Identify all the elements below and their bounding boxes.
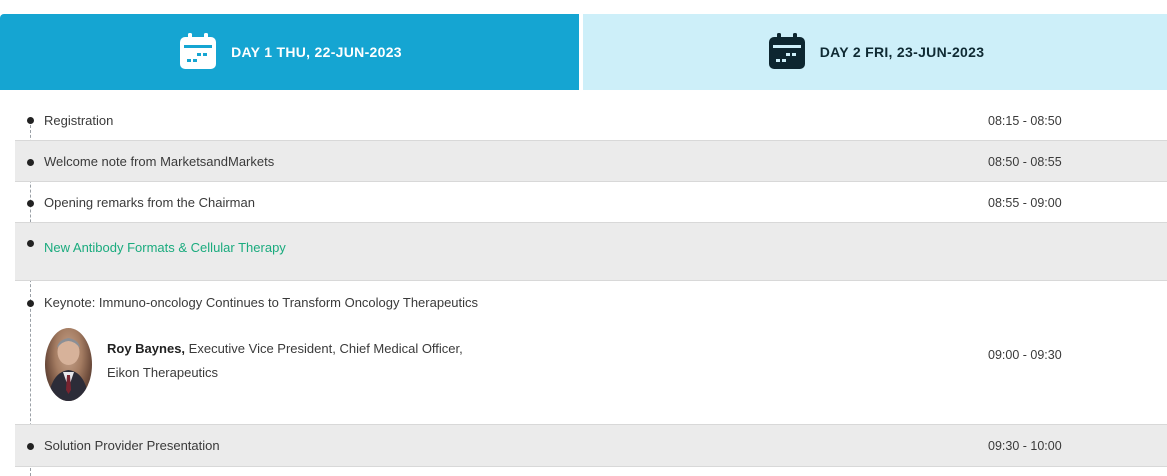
timeline-dot [27, 159, 34, 166]
agenda-item-title: Solution Provider Presentation [44, 438, 220, 453]
agenda-item-title: Welcome note from MarketsandMarkets [44, 154, 275, 169]
agenda-item-time: 09:30 - 10:00 [988, 439, 1062, 453]
session-header: New Antibody Formats & Cellular Therapy [15, 223, 1167, 281]
timeline-dot [27, 240, 34, 247]
speaker-details: Roy Baynes, Executive Vice President, Ch… [107, 337, 467, 385]
tab-day-2-label: DAY 2 FRI, 23-JUN-2023 [819, 44, 985, 60]
agenda-item: Solution Provider Presentation 09:30 - 1… [15, 425, 1167, 467]
speaker-name[interactable]: Roy Baynes, [107, 341, 185, 356]
agenda-item-title: Registration [44, 113, 114, 128]
tab-day-1-label: DAY 1 THU, 22-JUN-2023 [231, 44, 402, 60]
timeline-dot [27, 200, 34, 207]
agenda-item-title: Keynote: Immuno-oncology Continues to Tr… [44, 295, 479, 310]
tab-day-1[interactable]: DAY 1 THU, 22-JUN-2023 [0, 14, 580, 90]
agenda-item-title: Opening remarks from the Chairman [44, 195, 255, 210]
agenda-item-time: 08:50 - 08:55 [988, 155, 1062, 169]
agenda-item-keynote: Keynote: Immuno-oncology Continues to Tr… [15, 281, 1167, 425]
agenda-item-time: 09:00 - 09:30 [988, 348, 1062, 362]
agenda-item-time: 08:55 - 09:00 [988, 196, 1062, 210]
timeline-dot [27, 117, 34, 124]
timeline-dot [27, 443, 34, 450]
calendar-icon [180, 33, 217, 69]
timeline-dot [27, 300, 34, 307]
agenda-item: Registration 08:15 - 08:50 [15, 99, 1167, 141]
session-title: New Antibody Formats & Cellular Therapy [44, 240, 286, 255]
agenda-list: Registration 08:15 - 08:50 Welcome note … [15, 99, 1167, 467]
agenda-item-time: 08:15 - 08:50 [988, 114, 1062, 128]
day-tabs: DAY 1 THU, 22-JUN-2023 DAY 2 FRI, 23-JUN… [0, 14, 1167, 90]
speaker-avatar [45, 328, 92, 401]
agenda-item: Welcome note from MarketsandMarkets 08:5… [15, 141, 1167, 182]
tab-day-2[interactable]: DAY 2 FRI, 23-JUN-2023 [583, 14, 1167, 90]
calendar-icon [768, 33, 805, 69]
agenda-item: Opening remarks from the Chairman 08:55 … [15, 182, 1167, 223]
